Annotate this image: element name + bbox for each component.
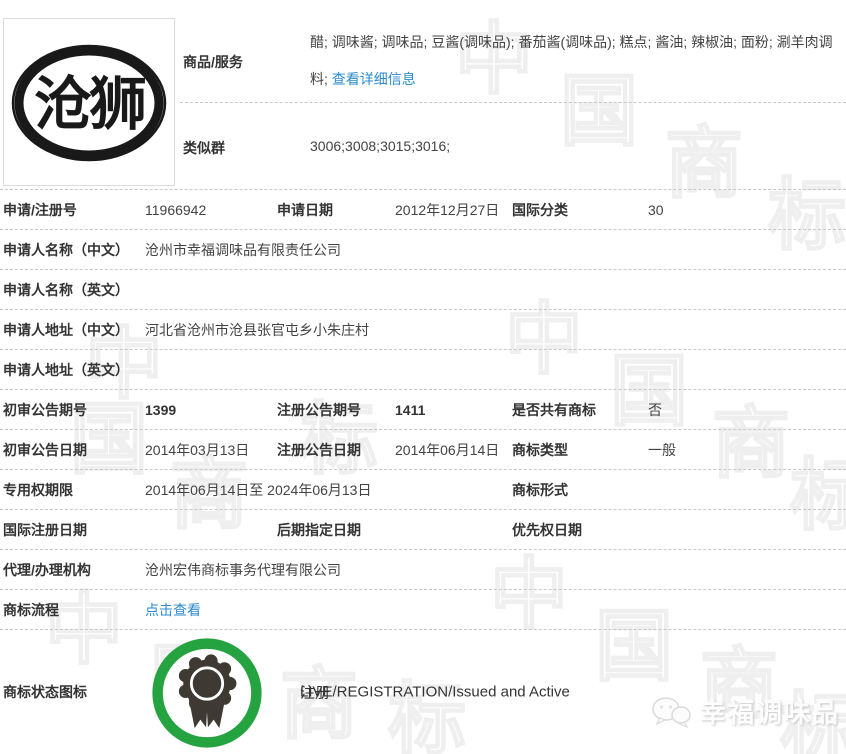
field-label: 代理/办理机构	[3, 561, 91, 578]
field-label: 注册公告日期	[277, 441, 361, 458]
field-value: 沧州宏伟商标事务代理有限公司	[145, 561, 341, 578]
field-value: 1411	[395, 401, 426, 418]
field-label: 后期指定日期	[277, 521, 361, 538]
field-value: 沧州市幸福调味品有限责任公司	[145, 241, 341, 258]
field-label: 是否共有商标	[512, 401, 596, 418]
similar-group-label: 类似群	[183, 140, 225, 156]
table-row-trademark-status: 商标状态图标 LIVE/REGISTRATION/Issued and Acti…	[0, 630, 846, 754]
table-row-exclusive-right-period: 专用权期限 2014年06月14日至 2024年06月13日 商标形式	[0, 470, 846, 510]
table-row-international-dates: 国际注册日期 后期指定日期 优先权日期	[0, 510, 846, 550]
trademark-detail-content: 沧狮 商品/服务 醋; 调味酱; 调味品; 豆酱(调味品); 番茄酱(调味品);…	[0, 0, 846, 754]
field-label: 初审公告日期	[3, 441, 87, 458]
field-label: 申请人地址（英文）	[3, 361, 129, 378]
field-value: 一般	[648, 441, 676, 458]
table-row-agency: 代理/办理机构 沧州宏伟商标事务代理有限公司	[0, 550, 846, 590]
field-value: 2014年03月13日	[145, 441, 250, 458]
table-row-application-number: 申请/注册号 11966942 申请日期 2012年12月27日 国际分类 30	[0, 190, 846, 230]
wechat-watermark-text: 幸福调味品	[700, 698, 841, 728]
table-row-gazette-dates: 初审公告日期 2014年03月13日 注册公告日期 2014年06月14日 商标…	[0, 430, 846, 470]
goods-services-value: 醋; 调味酱; 调味品; 豆酱(调味品); 番茄酱(调味品); 糕点; 酱油; …	[310, 24, 838, 98]
goods-services-label: 商品/服务	[183, 54, 243, 70]
status-label: 商标状态图标	[3, 684, 87, 700]
table-row-gazette-numbers: 初审公告期号 1399 注册公告期号 1411 是否共有商标 否	[0, 390, 846, 430]
table-row-applicant-address-en: 申请人地址（英文）	[0, 350, 846, 390]
field-label: 商标类型	[512, 441, 568, 458]
field-label: 商标形式	[512, 481, 568, 498]
field-label: 申请日期	[277, 201, 333, 218]
field-label: 商标流程	[3, 601, 59, 618]
award-ribbon-icon	[152, 638, 262, 748]
table-row-applicant-name-en: 申请人名称（英文）	[0, 270, 846, 310]
status-text-cn: 注册	[300, 684, 331, 702]
trademark-detail-page: 中国商标中国商标中国商标中国商标中国商标 沧狮 商品/服务 醋; 调味酱; 调味…	[0, 0, 846, 754]
goods-services-row: 商品/服务 醋; 调味酱; 调味品; 豆酱(调味品); 番茄酱(调味品); 糕点…	[180, 0, 846, 103]
field-label: 注册公告期号	[277, 401, 361, 418]
field-label: 国际分类	[512, 201, 568, 218]
field-label: 国际注册日期	[3, 521, 87, 538]
field-value: 2012年12月27日	[395, 201, 500, 218]
table-row-trademark-process: 商标流程 点击查看	[0, 590, 846, 630]
view-details-link[interactable]: 查看详细信息	[332, 71, 416, 87]
field-label: 专用权期限	[3, 481, 73, 498]
field-label: 初审公告期号	[3, 401, 87, 418]
top-section: 沧狮 商品/服务 醋; 调味酱; 调味品; 豆酱(调味品); 番茄酱(调味品);…	[0, 0, 846, 190]
table-row-applicant-name-cn: 申请人名称（中文） 沧州市幸福调味品有限责任公司	[0, 230, 846, 270]
field-value: 河北省沧州市沧县张官屯乡小朱庄村	[145, 321, 369, 338]
status-text-en: LIVE/REGISTRATION/Issued and Active	[300, 683, 570, 701]
similar-group-row: 类似群 3006;3008;3015;3016;	[180, 103, 846, 189]
click-to-view-link[interactable]: 点击查看	[145, 600, 201, 620]
field-label: 优先权日期	[512, 521, 582, 538]
wechat-watermark: 幸福调味品	[650, 693, 840, 730]
field-value: 1399	[145, 401, 177, 418]
field-label: 申请人名称（中文）	[3, 241, 129, 258]
table-row-applicant-address-cn: 申请人地址（中文） 河北省沧州市沧县张官屯乡小朱庄村	[0, 310, 846, 350]
trademark-logo-graphic: 沧狮	[11, 44, 167, 162]
field-value: 30	[648, 201, 664, 218]
trademark-image: 沧狮	[3, 18, 175, 186]
field-value: 2014年06月14日	[395, 441, 500, 458]
similar-group-value: 3006;3008;3015;3016;	[310, 138, 451, 154]
field-value: 2014年06月14日至 2024年06月13日	[145, 481, 372, 498]
wechat-icon	[652, 696, 691, 728]
field-value: 否	[648, 401, 662, 418]
field-label: 申请人地址（中文）	[3, 321, 129, 338]
registration-status-badge	[150, 636, 264, 750]
field-label: 申请人名称（英文）	[3, 281, 129, 298]
field-label: 申请/注册号	[3, 201, 77, 218]
field-value: 11966942	[145, 201, 207, 218]
trademark-logo-text: 沧狮	[34, 70, 145, 138]
